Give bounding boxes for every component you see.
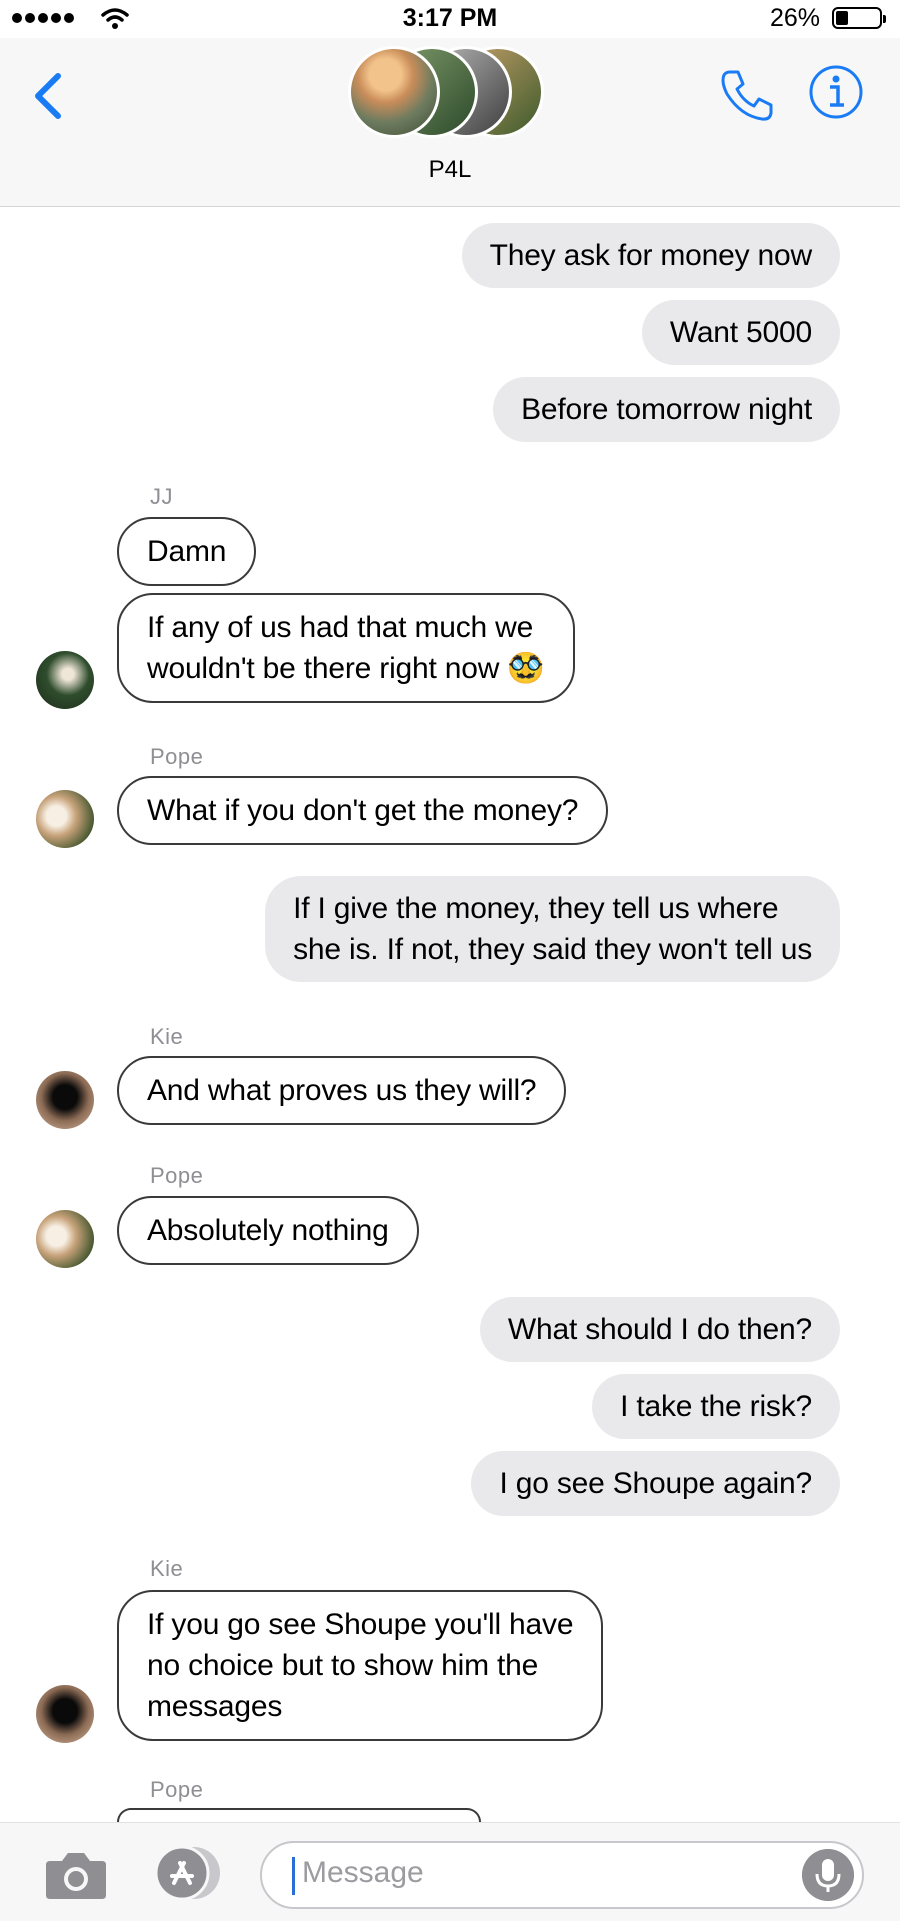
message-line: no choice but to show him the bbox=[147, 1649, 539, 1682]
message-line: If you go see Shoupe you'll have bbox=[147, 1608, 574, 1641]
received-message[interactable]: Damn bbox=[117, 517, 257, 586]
sent-message[interactable]: I go see Shoupe again? bbox=[471, 1451, 840, 1516]
message-line: If I give the money, they tell us where bbox=[293, 892, 779, 925]
app-store-icon[interactable] bbox=[150, 1845, 226, 1901]
received-message[interactable]: If any of us had that much we wouldn't b… bbox=[117, 593, 575, 703]
sender-name: Pope bbox=[150, 1777, 204, 1802]
sent-message[interactable]: Want 5000 bbox=[641, 300, 840, 365]
received-message[interactable]: What if you don't get the money? bbox=[117, 776, 609, 845]
avatar[interactable] bbox=[36, 790, 94, 848]
back-chevron-icon[interactable] bbox=[28, 66, 68, 126]
received-message[interactable]: If you go see Shoupe you'll have no choi… bbox=[117, 1590, 604, 1741]
message-line: messages bbox=[147, 1690, 283, 1723]
conversation-header: P4L bbox=[0, 38, 900, 207]
received-message[interactable]: Absolutely nothing bbox=[117, 1196, 419, 1265]
received-message-partial[interactable] bbox=[117, 1808, 481, 1822]
sender-name: Kie bbox=[150, 1024, 184, 1049]
received-message[interactable]: And what proves us they will? bbox=[117, 1056, 567, 1125]
sender-name: JJ bbox=[150, 484, 173, 509]
sender-name: Pope bbox=[150, 744, 204, 769]
avatar[interactable] bbox=[36, 1685, 94, 1743]
sent-message[interactable]: What should I do then? bbox=[479, 1297, 840, 1362]
sent-message[interactable]: If I give the money, they tell us where … bbox=[265, 876, 840, 982]
message-line: If any of us had that much we bbox=[147, 611, 534, 644]
group-avatars[interactable] bbox=[348, 42, 558, 142]
sent-message[interactable]: They ask for money now bbox=[461, 223, 840, 288]
message-input[interactable]: Message bbox=[260, 1841, 864, 1909]
message-line: she is. If not, they said they won't tel… bbox=[293, 933, 812, 966]
info-icon[interactable] bbox=[808, 64, 864, 120]
avatar[interactable] bbox=[36, 1071, 94, 1129]
camera-icon[interactable] bbox=[44, 1847, 108, 1901]
message-line: wouldn't be there right now 🥸 bbox=[147, 652, 545, 685]
status-bar: 3:17 PM 26% bbox=[0, 0, 900, 38]
text-cursor bbox=[292, 1857, 295, 1895]
status-time: 3:17 PM bbox=[402, 4, 498, 32]
phone-icon[interactable] bbox=[716, 64, 776, 124]
message-placeholder: Message bbox=[302, 1856, 424, 1889]
battery-icon bbox=[832, 7, 886, 29]
group-name[interactable]: P4L bbox=[0, 156, 900, 184]
avatar bbox=[348, 46, 440, 138]
sender-name: Kie bbox=[150, 1556, 184, 1581]
sent-message[interactable]: Before tomorrow night bbox=[493, 377, 840, 442]
avatar[interactable] bbox=[36, 651, 94, 709]
battery-percentage: 26% bbox=[769, 4, 820, 32]
sender-name: Pope bbox=[150, 1163, 204, 1188]
sent-message[interactable]: I take the risk? bbox=[592, 1374, 840, 1439]
avatar[interactable] bbox=[36, 1210, 94, 1268]
microphone-icon[interactable] bbox=[802, 1849, 854, 1901]
composer-bar: Message bbox=[0, 1822, 900, 1921]
